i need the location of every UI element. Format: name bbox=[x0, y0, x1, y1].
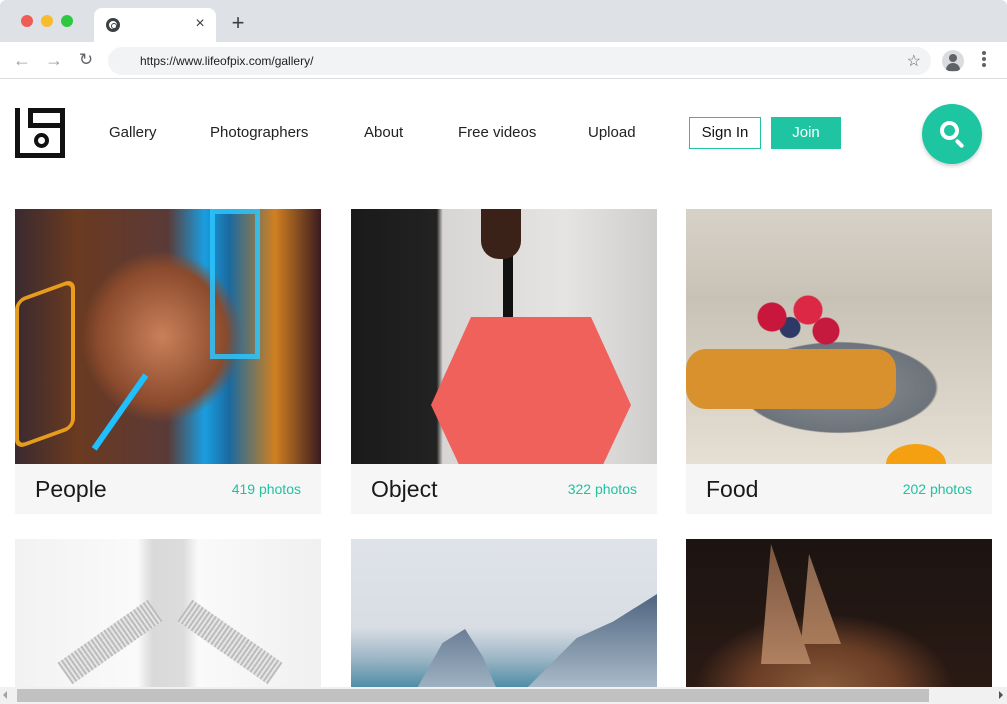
category-image[interactable] bbox=[686, 209, 992, 464]
nav-upload[interactable]: Upload bbox=[588, 124, 636, 141]
back-arrow-icon[interactable]: ← bbox=[12, 50, 32, 70]
photo-count: 202 photos bbox=[902, 481, 972, 497]
category-image[interactable] bbox=[15, 209, 321, 464]
join-button[interactable]: Join bbox=[771, 117, 841, 149]
new-tab-button[interactable]: + bbox=[228, 12, 248, 34]
nav-about[interactable]: About bbox=[364, 124, 403, 141]
category-card[interactable] bbox=[351, 539, 657, 687]
category-card-food[interactable]: Food 202 photos bbox=[686, 209, 992, 514]
bookmark-star-icon[interactable]: ☆ bbox=[907, 51, 921, 71]
browser-tab[interactable]: × bbox=[94, 8, 216, 42]
site-logo[interactable] bbox=[15, 108, 65, 158]
window-close-button[interactable] bbox=[21, 15, 33, 27]
scroll-left-icon[interactable] bbox=[3, 691, 7, 699]
category-image[interactable] bbox=[15, 539, 321, 687]
photo-count: 419 photos bbox=[231, 481, 301, 497]
category-title: Object bbox=[371, 476, 438, 502]
category-title: People bbox=[35, 476, 107, 502]
forward-arrow-icon[interactable]: → bbox=[44, 50, 64, 70]
category-card-people[interactable]: People 419 photos bbox=[15, 209, 321, 514]
nav-free-videos[interactable]: Free videos bbox=[458, 124, 536, 141]
horizontal-scrollbar[interactable] bbox=[0, 687, 1007, 704]
browser-tab-bar: × + bbox=[0, 0, 1007, 42]
scrollbar-thumb[interactable] bbox=[17, 689, 929, 702]
category-image[interactable] bbox=[351, 209, 657, 464]
url-text[interactable]: https://www.lifeofpix.com/gallery/ bbox=[140, 54, 313, 68]
nav-photographers[interactable]: Photographers bbox=[210, 124, 308, 141]
scroll-right-icon[interactable] bbox=[999, 691, 1003, 699]
category-card-object[interactable]: Object 322 photos bbox=[351, 209, 657, 514]
category-image[interactable] bbox=[351, 539, 657, 687]
address-bar[interactable]: https://www.lifeofpix.com/gallery/ ☆ bbox=[108, 47, 931, 75]
photo-count: 322 photos bbox=[567, 481, 637, 497]
chrome-icon bbox=[106, 18, 120, 32]
search-button[interactable] bbox=[922, 104, 982, 164]
category-image[interactable] bbox=[686, 539, 992, 687]
window-minimize-button[interactable] bbox=[41, 15, 53, 27]
category-card[interactable] bbox=[15, 539, 321, 687]
nav-gallery[interactable]: Gallery bbox=[109, 124, 157, 141]
category-title: Food bbox=[706, 476, 759, 502]
reload-icon[interactable]: ↻ bbox=[76, 50, 96, 70]
browser-toolbar: ← → ↻ https://www.lifeofpix.com/gallery/… bbox=[0, 42, 1007, 79]
profile-avatar-icon[interactable] bbox=[942, 50, 964, 72]
window-maximize-button[interactable] bbox=[61, 15, 73, 27]
search-icon bbox=[940, 121, 959, 140]
close-tab-icon[interactable]: × bbox=[192, 15, 208, 33]
sign-in-button[interactable]: Sign In bbox=[689, 117, 761, 149]
category-card[interactable] bbox=[686, 539, 992, 687]
browser-menu-icon[interactable] bbox=[979, 51, 989, 71]
